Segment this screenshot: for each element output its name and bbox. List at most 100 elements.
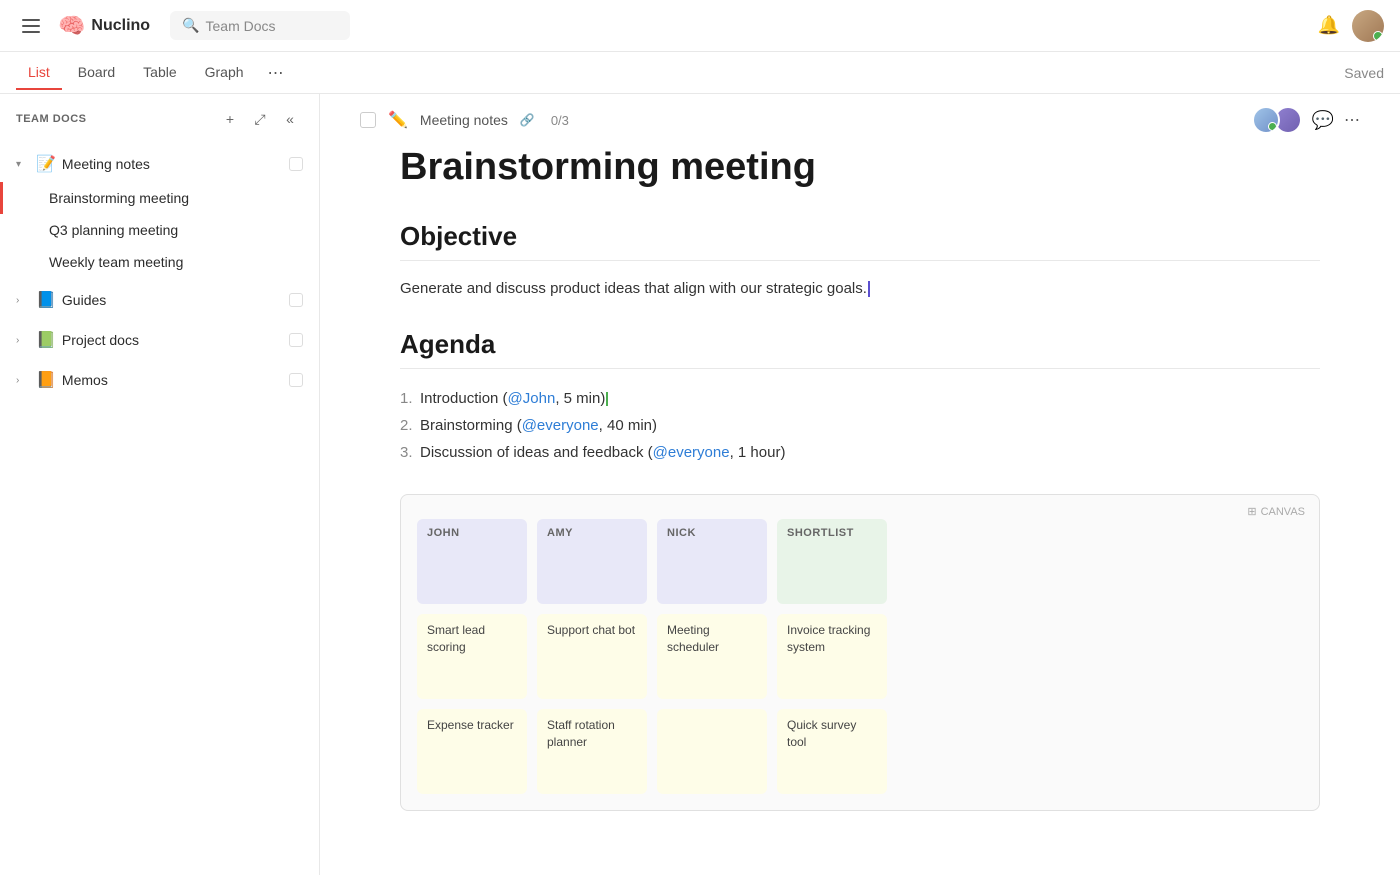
top-header: 🧠 Nuclino 🔍 Team Docs 🔔 bbox=[0, 0, 1400, 52]
sidebar-section-guides: › 📘 Guides bbox=[0, 280, 319, 320]
mention-everyone-1: @everyone bbox=[522, 417, 599, 434]
chevron-right-icon-3: › bbox=[16, 375, 30, 386]
agenda-item-3: Discussion of ideas and feedback (@every… bbox=[400, 439, 1320, 466]
meeting-notes-label: Meeting notes bbox=[62, 156, 283, 172]
tab-board[interactable]: Board bbox=[66, 56, 127, 90]
sidebar-header: TEAM DOCS + ⤢ « bbox=[0, 94, 319, 144]
search-placeholder: Team Docs bbox=[206, 18, 276, 34]
canvas-label: ⊞ CANVAS bbox=[1247, 505, 1305, 518]
agenda-divider bbox=[400, 368, 1320, 369]
shortlist-label: SHORTLIST bbox=[787, 527, 877, 539]
canvas-row-1: Smart lead scoring Support chat bot Meet… bbox=[417, 614, 1303, 699]
sidebar-item-guides[interactable]: › 📘 Guides bbox=[0, 282, 319, 318]
agenda-item-1: Introduction (@John, 5 min) bbox=[400, 385, 1320, 412]
tab-bar: List Board Table Graph ⋯ Saved bbox=[0, 52, 1400, 94]
document-body: Brainstorming meeting Objective Generate… bbox=[320, 146, 1400, 867]
canvas-row-2: Expense tracker Staff rotation planner Q… bbox=[417, 709, 1303, 794]
card-empty[interactable] bbox=[657, 709, 767, 794]
chevron-down-icon: ▾ bbox=[16, 159, 30, 170]
cursor-john bbox=[606, 392, 608, 406]
nick-label: NICK bbox=[667, 527, 757, 539]
search-bar[interactable]: 🔍 Team Docs bbox=[170, 11, 350, 40]
card-staff-rotation[interactable]: Staff rotation planner bbox=[537, 709, 647, 794]
q3-planning-label: Q3 planning meeting bbox=[49, 222, 178, 238]
user-avatar[interactable] bbox=[1352, 10, 1384, 42]
saved-indicator: Saved bbox=[1344, 65, 1384, 81]
brainstorming-label: Brainstorming meeting bbox=[49, 190, 189, 206]
sidebar-section-project-docs: › 📗 Project docs bbox=[0, 320, 319, 360]
card-smart-lead[interactable]: Smart lead scoring bbox=[417, 614, 527, 699]
column-header-amy: AMY bbox=[537, 519, 647, 604]
doc-more-button[interactable]: ⋯ bbox=[1344, 110, 1360, 130]
column-header-shortlist: SHORTLIST bbox=[777, 519, 887, 604]
guides-checkbox[interactable] bbox=[289, 293, 303, 307]
memos-label: Memos bbox=[62, 372, 283, 388]
agenda-heading: Agenda bbox=[400, 329, 1320, 360]
tab-list[interactable]: List bbox=[16, 56, 62, 90]
amy-label: AMY bbox=[547, 527, 637, 539]
main-layout: TEAM DOCS + ⤢ « ▾ 📝 Meeting notes Brains… bbox=[0, 94, 1400, 875]
active-user-avatar-1 bbox=[1252, 106, 1280, 134]
card-expense-tracker[interactable]: Expense tracker bbox=[417, 709, 527, 794]
collapse-button[interactable]: « bbox=[277, 106, 303, 132]
objective-text: Generate and discuss product ideas that … bbox=[400, 277, 1320, 301]
card-invoice-tracking[interactable]: Invoice tracking system bbox=[777, 614, 887, 699]
add-item-button[interactable]: + bbox=[217, 106, 243, 132]
hamburger-menu[interactable] bbox=[16, 13, 46, 39]
chevron-right-icon: › bbox=[16, 295, 30, 306]
doc-checkbox[interactable] bbox=[360, 112, 376, 128]
chat-button[interactable]: 💬 bbox=[1312, 110, 1334, 131]
sidebar-item-brainstorming[interactable]: Brainstorming meeting bbox=[0, 182, 319, 214]
weekly-team-label: Weekly team meeting bbox=[49, 254, 183, 270]
agenda-item-2: Brainstorming (@everyone, 40 min) bbox=[400, 412, 1320, 439]
project-docs-checkbox[interactable] bbox=[289, 333, 303, 347]
agenda-section: Agenda Introduction (@John, 5 min) Brain… bbox=[400, 329, 1320, 466]
tab-more-icon[interactable]: ⋯ bbox=[260, 57, 292, 89]
chevron-right-icon-2: › bbox=[16, 335, 30, 346]
meeting-notes-icon: 📝 bbox=[36, 154, 56, 174]
tab-table[interactable]: Table bbox=[131, 56, 188, 90]
card-quick-survey[interactable]: Quick survey tool bbox=[777, 709, 887, 794]
breadcrumb[interactable]: Meeting notes bbox=[420, 112, 508, 128]
sidebar-item-meeting-notes[interactable]: ▾ 📝 Meeting notes bbox=[0, 146, 319, 182]
notifications-bell[interactable]: 🔔 bbox=[1318, 15, 1340, 36]
sidebar-title: TEAM DOCS bbox=[16, 113, 209, 125]
pencil-icon: ✏️ bbox=[388, 110, 408, 130]
sidebar-item-weekly-team[interactable]: Weekly team meeting bbox=[0, 246, 319, 278]
memos-icon: 📙 bbox=[36, 370, 56, 390]
column-header-john: JOHN bbox=[417, 519, 527, 604]
memos-checkbox[interactable] bbox=[289, 373, 303, 387]
john-label: JOHN bbox=[427, 527, 517, 539]
canvas-container: ⊞ CANVAS JOHN AMY NICK SHORTLIST bbox=[400, 494, 1320, 811]
progress-indicator: 0/3 bbox=[551, 113, 569, 128]
canvas-icon: ⊞ bbox=[1247, 505, 1256, 518]
guides-icon: 📘 bbox=[36, 290, 56, 310]
sidebar-item-project-docs[interactable]: › 📗 Project docs bbox=[0, 322, 319, 358]
toolbar-right: 💬 ⋯ bbox=[1252, 106, 1360, 134]
project-docs-icon: 📗 bbox=[36, 330, 56, 350]
canvas-headers-row: JOHN AMY NICK SHORTLIST bbox=[417, 519, 1303, 604]
app-name: Nuclino bbox=[91, 17, 150, 35]
meeting-notes-checkbox[interactable] bbox=[289, 157, 303, 171]
expand-button[interactable]: ⤢ bbox=[247, 106, 273, 132]
guides-label: Guides bbox=[62, 292, 283, 308]
card-meeting-scheduler[interactable]: Meeting scheduler bbox=[657, 614, 767, 699]
sidebar-actions: + ⤢ « bbox=[217, 106, 303, 132]
card-support-chat[interactable]: Support chat bot bbox=[537, 614, 647, 699]
sidebar-item-q3-planning[interactable]: Q3 planning meeting bbox=[0, 214, 319, 246]
project-docs-label: Project docs bbox=[62, 332, 283, 348]
objective-divider bbox=[400, 260, 1320, 261]
tab-graph[interactable]: Graph bbox=[193, 56, 256, 90]
objective-heading: Objective bbox=[400, 221, 1320, 252]
content-toolbar: ✏️ Meeting notes 🔗 0/3 💬 ⋯ bbox=[320, 94, 1400, 146]
sidebar: TEAM DOCS + ⤢ « ▾ 📝 Meeting notes Brains… bbox=[0, 94, 320, 875]
column-header-nick: NICK bbox=[657, 519, 767, 604]
sidebar-item-memos[interactable]: › 📙 Memos bbox=[0, 362, 319, 398]
logo[interactable]: 🧠 Nuclino bbox=[58, 13, 150, 39]
logo-brain-icon: 🧠 bbox=[58, 13, 85, 39]
header-right: 🔔 bbox=[1318, 10, 1384, 42]
link-icon: 🔗 bbox=[520, 113, 535, 127]
content-area: ✏️ Meeting notes 🔗 0/3 💬 ⋯ Brainstorming… bbox=[320, 94, 1400, 875]
document-title: Brainstorming meeting bbox=[400, 146, 1320, 189]
active-users bbox=[1252, 106, 1302, 134]
